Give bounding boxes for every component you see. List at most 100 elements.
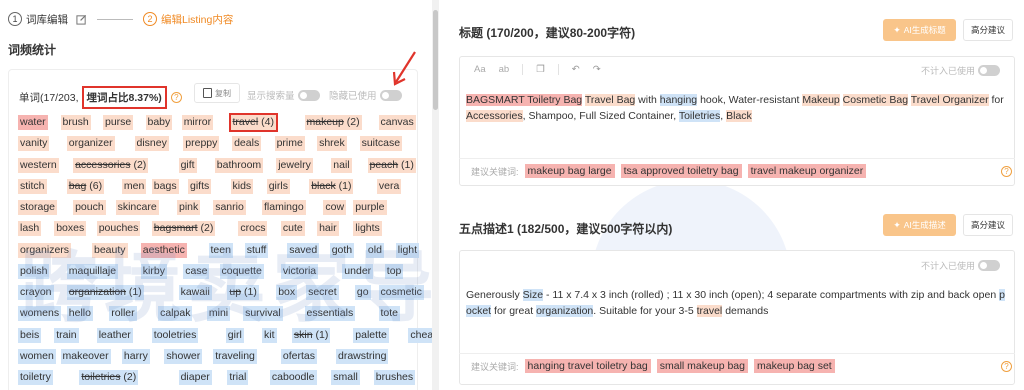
word-tag[interactable]: box	[276, 285, 298, 300]
high-score-suggestion-button[interactable]: 高分建议	[963, 19, 1013, 41]
suggested-keyword-chip[interactable]: small makeup bag	[656, 359, 748, 373]
word-tag[interactable]: kawaii	[178, 285, 212, 300]
word-tag[interactable]: canvas	[378, 115, 416, 130]
copy-icon[interactable]: ❐	[536, 64, 545, 75]
suggested-keyword-chip[interactable]: makeup bag set	[753, 359, 835, 373]
word-tag[interactable]: palette	[353, 327, 389, 343]
word-tag[interactable]: makeover	[60, 348, 111, 364]
lowercase-button[interactable]: ab	[499, 64, 510, 75]
word-tag[interactable]: harry	[121, 348, 150, 364]
word-tag[interactable]: tote	[378, 306, 401, 322]
bullet-content[interactable]: Generously Size - 11 x 7.4 x 3 inch (rol…	[466, 287, 1008, 319]
word-tag[interactable]: gifts	[188, 178, 212, 194]
word-tag[interactable]: disney	[134, 136, 169, 152]
word-tag[interactable]: pouches	[96, 221, 141, 237]
word-tag[interactable]: go	[354, 285, 371, 300]
word-tag[interactable]: trial	[227, 370, 249, 385]
pencil-square-icon[interactable]	[76, 14, 87, 25]
word-tag[interactable]: cosmetic	[378, 285, 424, 300]
high-score-suggestion-button[interactable]: 高分建议	[963, 214, 1013, 236]
word-tag[interactable]: skin (1)	[291, 327, 331, 343]
word-tag[interactable]: sanrio	[213, 200, 246, 215]
question-circle-icon[interactable]: ?	[170, 92, 182, 103]
word-tag[interactable]: toiletries (2)	[79, 370, 139, 385]
word-tag[interactable]: diaper	[178, 370, 212, 385]
word-tag[interactable]: polish	[18, 263, 50, 279]
word-tag[interactable]: bag (6)	[66, 178, 105, 194]
case-toggle-button[interactable]: Aa	[474, 64, 486, 75]
word-tag[interactable]: organizer	[66, 136, 115, 152]
word-tag[interactable]: mini	[206, 306, 231, 322]
undo-icon[interactable]: ↶	[572, 64, 580, 75]
word-tag[interactable]: girl	[225, 327, 244, 343]
word-tag[interactable]: deals	[232, 136, 262, 152]
word-tag[interactable]: shrek	[317, 136, 347, 152]
word-tag[interactable]: case	[183, 263, 210, 279]
word-tag[interactable]: black (1)	[309, 178, 354, 194]
word-tag[interactable]: crayon	[18, 285, 54, 300]
word-tag[interactable]: accessories (2)	[73, 157, 149, 173]
word-tag[interactable]: survival	[243, 306, 283, 322]
word-tag[interactable]: organizers	[18, 242, 72, 258]
word-tag[interactable]: travel (4)	[228, 113, 278, 132]
word-tag[interactable]: secret	[306, 285, 339, 300]
word-tag[interactable]: lights	[353, 221, 382, 237]
word-tag[interactable]: men	[121, 178, 147, 194]
word-tag[interactable]: shower	[164, 348, 203, 364]
word-tag[interactable]: boxes	[54, 221, 87, 237]
word-tag[interactable]: pink	[177, 200, 201, 215]
word-tag[interactable]: pouch	[73, 200, 106, 215]
word-tag[interactable]: traveling	[213, 348, 257, 364]
word-tag[interactable]: under	[342, 263, 374, 279]
ai-generate-description-button[interactable]: ✦ AI生成描述	[883, 214, 956, 236]
word-tag[interactable]: bathroom	[214, 157, 264, 173]
word-tag[interactable]: hello	[66, 306, 93, 322]
word-tag[interactable]: up (1)	[227, 285, 259, 300]
suggested-keyword-chip[interactable]: hanging travel toiletry bag	[524, 359, 651, 373]
word-tag[interactable]: flamingo	[262, 200, 306, 215]
word-tag[interactable]: leather	[96, 327, 133, 343]
suggested-keyword-chip[interactable]: travel makeup organizer	[747, 164, 867, 178]
word-tag[interactable]: nail	[331, 157, 352, 173]
word-tag[interactable]: victoria	[280, 263, 319, 279]
left-scrollbar[interactable]	[432, 0, 439, 390]
word-tag[interactable]: kirby	[140, 263, 167, 279]
word-tag[interactable]: purse	[103, 115, 134, 130]
word-tag[interactable]: old	[365, 242, 384, 258]
word-tag[interactable]: brush	[60, 115, 91, 130]
word-tag[interactable]: peach (1)	[367, 157, 416, 173]
title-content[interactable]: BAGSMART Toiletry Bag Travel Bag with ha…	[466, 92, 1008, 124]
hide-used-toggle[interactable]	[379, 89, 402, 101]
step-2-label[interactable]: 编辑Listing内容	[161, 12, 233, 27]
word-tag[interactable]: prime	[274, 136, 305, 152]
word-tag[interactable]: skincare	[115, 200, 159, 215]
word-tag[interactable]: cute	[280, 221, 305, 237]
word-tag[interactable]: small	[331, 370, 360, 385]
word-tag[interactable]: womens	[18, 306, 62, 322]
word-tag[interactable]: mirror	[181, 115, 214, 130]
word-tag[interactable]: organization (1)	[66, 285, 144, 300]
word-tag[interactable]: roller	[109, 306, 137, 322]
redo-icon[interactable]: ↷	[593, 64, 601, 75]
word-tag[interactable]: tooletries	[151, 327, 199, 343]
word-tag[interactable]: western	[18, 157, 59, 173]
word-tag[interactable]: train	[54, 327, 79, 343]
word-tag[interactable]: toiletry	[18, 370, 53, 385]
word-tag[interactable]: beauty	[92, 242, 128, 258]
step-1-label[interactable]: 词库编辑	[26, 12, 68, 27]
word-tag[interactable]: teen	[208, 242, 233, 258]
word-tag[interactable]: vanity	[18, 136, 50, 152]
word-tag[interactable]: ofertas	[280, 348, 317, 364]
word-tag[interactable]: women	[18, 348, 56, 364]
search-volume-toggle[interactable]	[297, 89, 320, 101]
word-tag[interactable]: baby	[145, 115, 173, 130]
suggested-keyword-chip[interactable]: tsa approved toiletry bag	[620, 164, 742, 178]
exclude-used-toggle[interactable]	[978, 65, 1000, 76]
word-tag[interactable]: jewelry	[276, 157, 313, 173]
word-tag[interactable]: girls	[266, 178, 290, 194]
copy-button[interactable]: 复制	[194, 83, 240, 103]
word-tag[interactable]: storage	[18, 200, 58, 215]
word-tag[interactable]: suitcase	[359, 136, 403, 152]
word-tag[interactable]: beis	[18, 327, 42, 343]
word-tag[interactable]: maquillaje	[66, 263, 119, 279]
